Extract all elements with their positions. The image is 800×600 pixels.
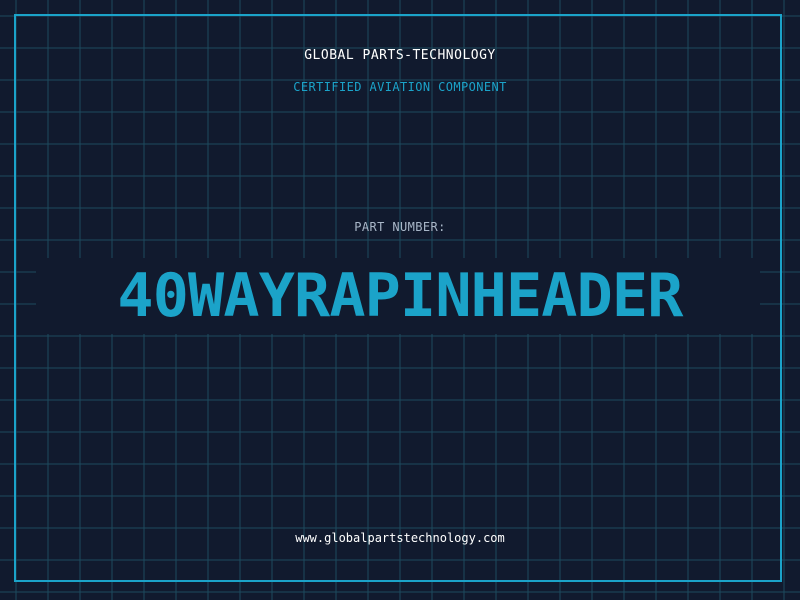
part-number-value: 40WAYRAPINHEADER [117,261,683,331]
component-subtitle: CERTIFIED AVIATION COMPONENT [293,80,507,94]
website-url: www.globalpartstechnology.com [295,531,505,545]
part-number-label: PART NUMBER: [354,220,446,234]
company-name: GLOBAL PARTS-TECHNOLOGY [304,48,496,63]
